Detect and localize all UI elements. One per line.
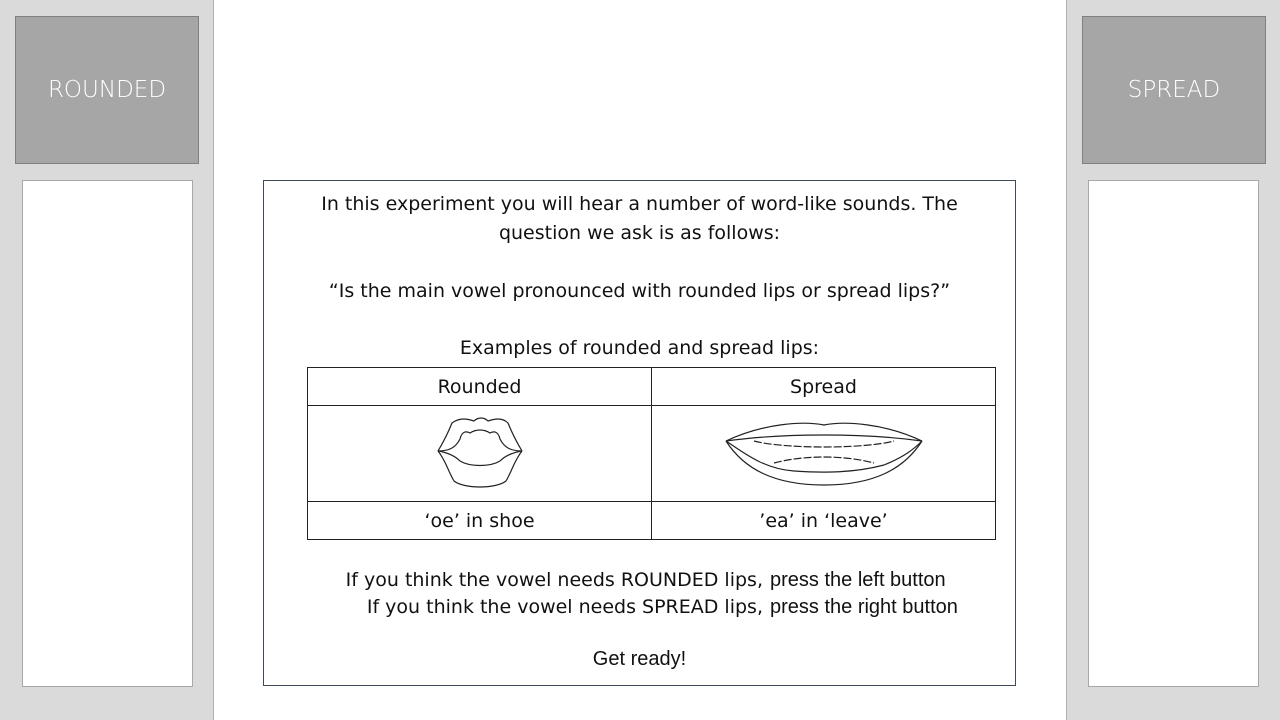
spread-lips-image: [651, 405, 996, 502]
rounded-button[interactable]: ROUNDED: [15, 16, 199, 164]
right-response-area: [1088, 180, 1259, 687]
rounded-action: press the left button: [770, 569, 946, 591]
intro-line-2: question we ask is as follows:: [498, 222, 781, 244]
right-panel: SPREAD: [1066, 0, 1280, 720]
left-panel: ROUNDED: [0, 0, 214, 720]
rounded-lips-image: [307, 405, 652, 502]
get-ready-text: Get ready!: [592, 648, 687, 670]
intro-line-1: In this experiment you will hear a numbe…: [321, 193, 958, 215]
rounded-instruction: If you think the vowel needs ROUNDED lip…: [345, 569, 763, 591]
left-response-area: [22, 180, 193, 687]
examples-heading: Examples of rounded and spread lips:: [459, 337, 820, 359]
instructions-box: In this experiment you will hear a numbe…: [263, 180, 1016, 686]
header-rounded: Rounded: [307, 367, 652, 406]
spread-instruction: If you think the vowel needs SPREAD lips…: [366, 596, 763, 618]
spread-button[interactable]: SPREAD: [1082, 16, 1266, 164]
spread-lips-icon: [724, 422, 923, 486]
rounded-lips-icon: [436, 417, 523, 488]
header-spread: Spread: [651, 367, 996, 406]
lips-examples-table: Rounded Spread ‘oe’ in shoe ’ea’ in ‘lea…: [307, 367, 996, 540]
example-spread: ’ea’ in ‘leave’: [651, 501, 996, 540]
question: “Is the main vowel pronounced with round…: [328, 280, 951, 302]
spread-action: press the right button: [770, 596, 958, 618]
example-rounded: ‘oe’ in shoe: [307, 501, 652, 540]
